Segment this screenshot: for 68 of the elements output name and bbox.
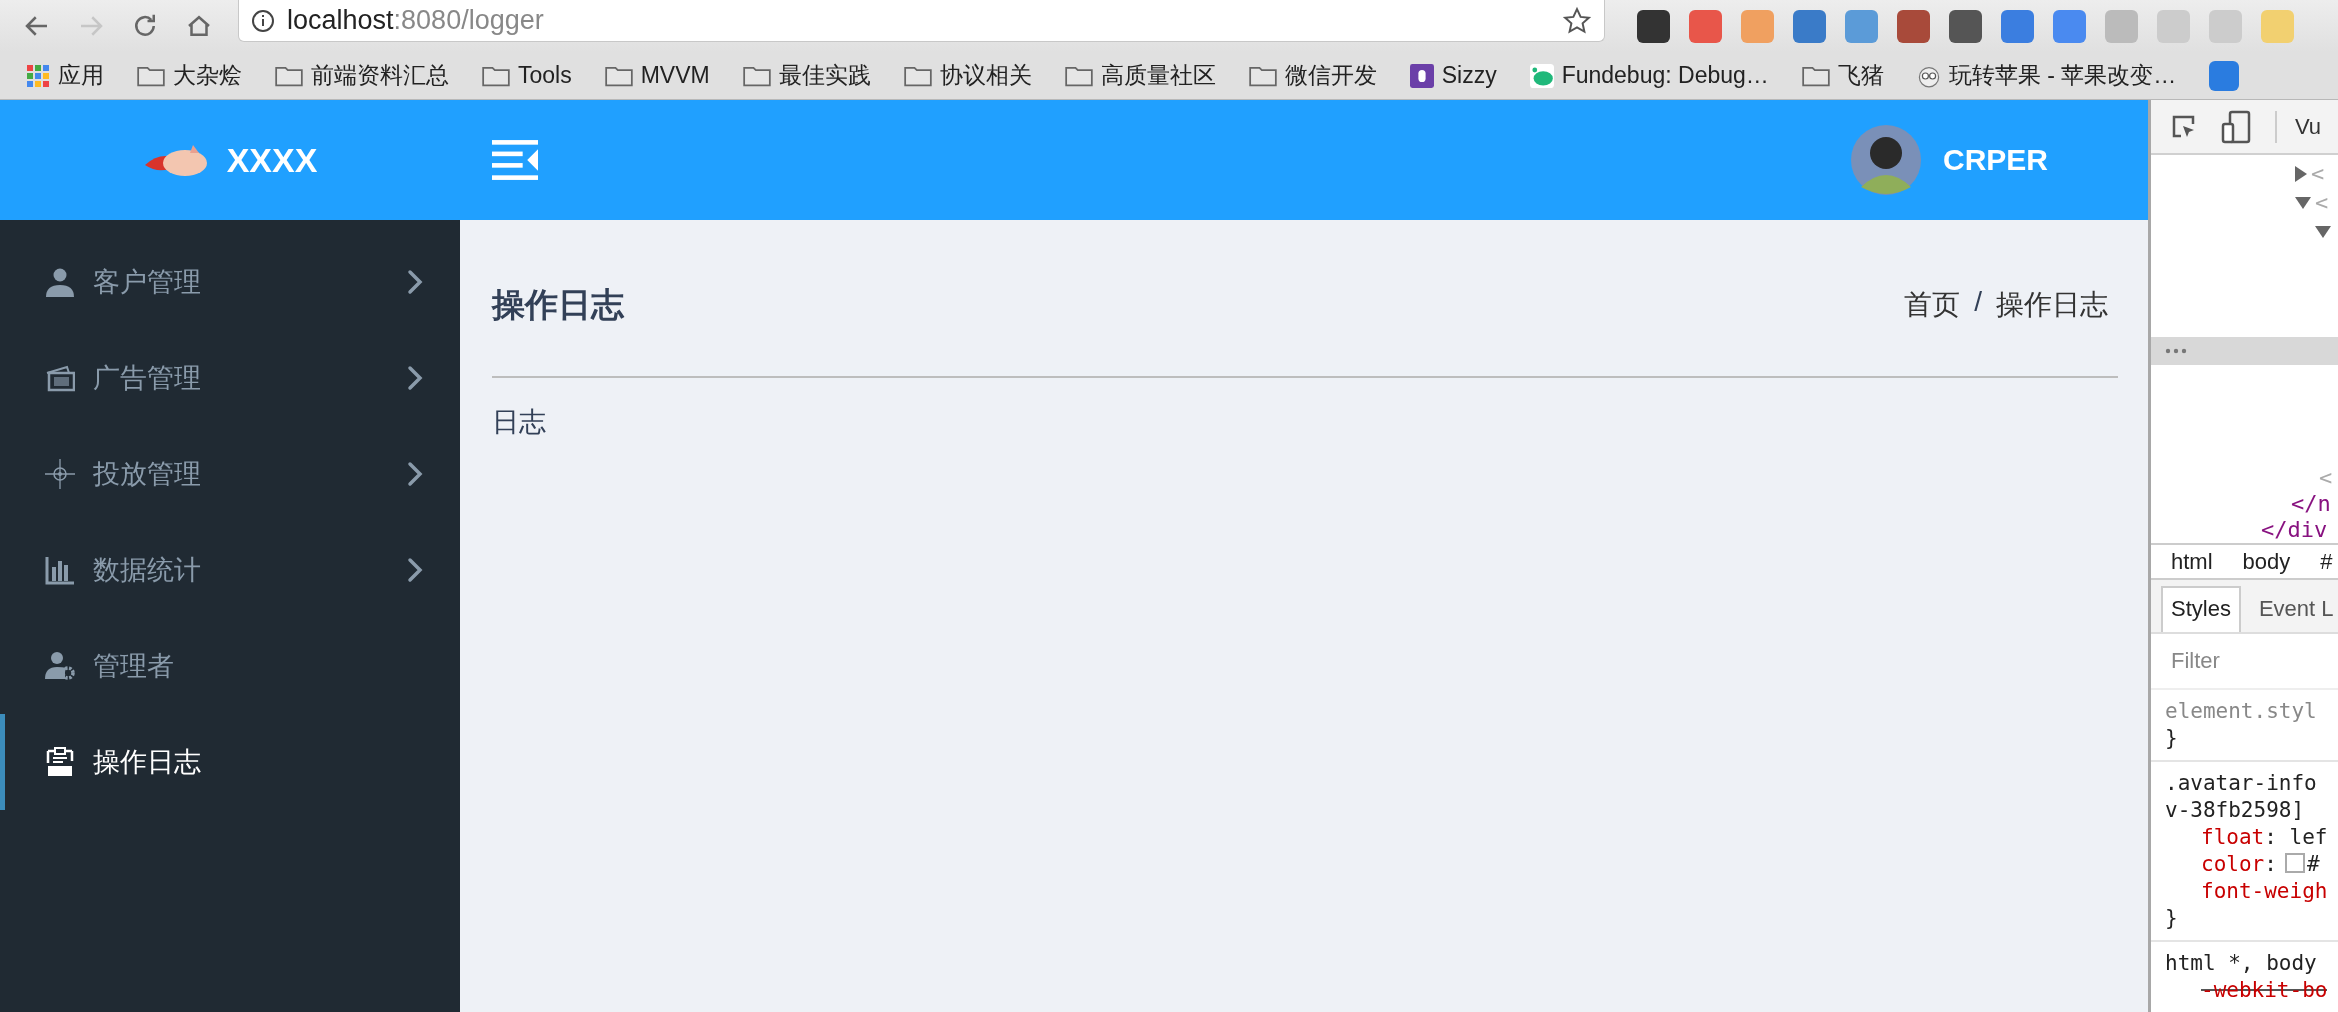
- styles-tab[interactable]: Styles: [2161, 586, 2241, 632]
- page-title: 操作日志: [492, 284, 624, 325]
- css-selector: .avatar-info: [2165, 770, 2318, 797]
- breadcrumb-link[interactable]: #: [2320, 548, 2333, 575]
- sidebar-item[interactable]: 数据统计: [0, 522, 460, 618]
- bookmark[interactable]: 应用: [26, 60, 104, 91]
- crosshair-icon: [45, 459, 75, 489]
- menu-toggle-icon[interactable]: [492, 140, 538, 180]
- breadcrumb-link[interactable]: 首页: [1904, 286, 1961, 324]
- more-dots-icon[interactable]: [2165, 348, 2187, 354]
- collapsed-triangle-icon[interactable]: [2295, 165, 2307, 182]
- device-icon[interactable]: [2221, 109, 2251, 144]
- site-icon: [1409, 63, 1434, 88]
- css-selector: html *, body: [2165, 950, 2318, 977]
- bookmark[interactable]: 最佳实践: [742, 60, 871, 91]
- dom-node[interactable]: </n: [2151, 491, 2338, 517]
- bookmark[interactable]: 微信开发: [1248, 60, 1377, 91]
- ad-card-icon: [45, 363, 75, 393]
- breadcrumb-separator: /: [1974, 286, 1982, 319]
- bookmark[interactable]: Sizzy: [1409, 62, 1497, 89]
- bookmark-icon[interactable]: [2209, 60, 2240, 91]
- breadcrumb-link[interactable]: 操作日志: [1996, 286, 2108, 324]
- filter-field[interactable]: Filter: [2169, 647, 2323, 675]
- bookmark-star-icon[interactable]: [1562, 5, 1592, 36]
- dom-node[interactable]: </div: [2151, 517, 2338, 543]
- styles-tab[interactable]: Event L: [2248, 586, 2338, 632]
- bookmark[interactable]: 高质量社区: [1064, 60, 1216, 91]
- content-text: 日志: [492, 406, 547, 439]
- person-gear-icon: [45, 651, 75, 681]
- bookmark[interactable]: MVVM: [604, 62, 710, 89]
- bar-chart-icon: [45, 555, 75, 585]
- brand-name: XXXX: [226, 140, 318, 180]
- expanded-triangle-icon[interactable]: [2315, 225, 2331, 238]
- info-icon: [251, 8, 275, 33]
- expanded-triangle-icon[interactable]: [2295, 196, 2311, 209]
- css-declaration: font-weigh: [2200, 878, 2329, 905]
- css-brace: }: [2165, 725, 2179, 752]
- breadcrumb-link[interactable]: html: [2171, 548, 2213, 575]
- extension-icon[interactable]: [1897, 9, 1930, 43]
- sidebar-item[interactable]: 广告管理: [0, 330, 460, 426]
- bookmark[interactable]: 协议相关: [903, 60, 1032, 91]
- css-declaration: float: lef: [2200, 824, 2329, 851]
- sidebar-item[interactable]: 投放管理: [0, 426, 460, 522]
- devtools-tab[interactable]: Vu: [2295, 113, 2322, 140]
- bookmark[interactable]: 大杂烩: [137, 60, 242, 91]
- clipboard-icon: [45, 747, 75, 777]
- url-text: localhost:8080/logger: [287, 5, 545, 36]
- extension-icon[interactable]: [1637, 9, 1670, 43]
- css-selector: v-38fb2598]: [2165, 797, 2306, 824]
- bookmark[interactable]: 飞猪: [1801, 60, 1884, 91]
- inspect-icon[interactable]: [2171, 113, 2197, 140]
- apps-grid-icon: [26, 63, 50, 88]
- extension-icon[interactable]: [1949, 9, 1982, 43]
- address-bar[interactable]: localhost:8080/logger: [238, 0, 1605, 42]
- css-selector: element.styl: [2165, 698, 2318, 725]
- avatar[interactable]: [1851, 125, 1921, 195]
- breadcrumb-link[interactable]: body: [2242, 548, 2291, 575]
- sidebar-item[interactable]: 客户管理: [0, 234, 460, 330]
- css-declaration: color: #: [2200, 851, 2321, 878]
- person-icon: [45, 267, 75, 297]
- css-brace: }: [2165, 905, 2179, 932]
- bookmark[interactable]: Fundebug: Debug…: [1529, 62, 1769, 89]
- site-icon: [1529, 63, 1554, 88]
- color-swatch[interactable]: [2284, 853, 2305, 873]
- bookmark[interactable]: 前端资料汇总: [275, 60, 449, 91]
- bookmark[interactable]: Tools: [482, 62, 572, 89]
- sidebar-item[interactable]: 管理者: [0, 618, 460, 714]
- bookmark[interactable]: 玩转苹果 - 苹果改变…: [1916, 60, 2177, 91]
